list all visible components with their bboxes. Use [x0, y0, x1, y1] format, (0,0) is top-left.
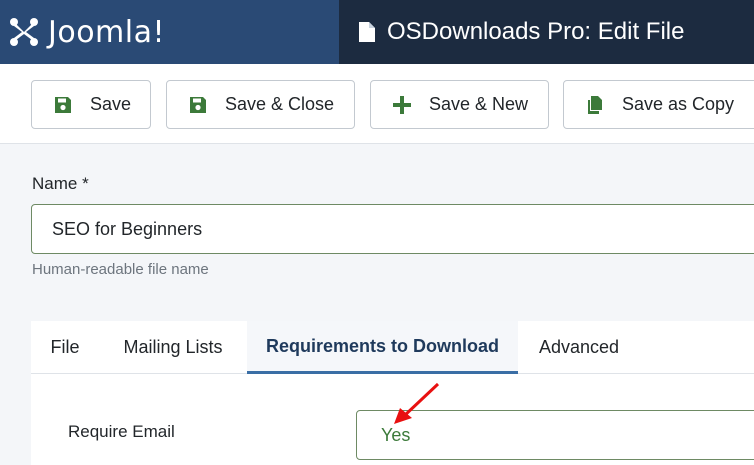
plus-icon: [393, 95, 411, 114]
require-email-label: Require Email: [68, 422, 175, 441]
save-new-button[interactable]: Save & New: [370, 80, 549, 129]
save-new-button-label: Save & New: [429, 94, 529, 114]
joomla-logo-icon: [10, 18, 38, 46]
header: Joomla! OSDownloads Pro: Edit File: [0, 0, 754, 64]
save-copy-button-label: Save as Copy: [622, 94, 735, 114]
title-bar: OSDownloads Pro: Edit File: [339, 0, 754, 64]
name-label: Name *: [32, 174, 89, 193]
tab-bar: File Mailing Lists Requirements to Downl…: [31, 321, 754, 374]
tab-advanced[interactable]: Advanced: [521, 321, 637, 374]
brand-name: Joomla!: [48, 14, 166, 50]
brand[interactable]: Joomla!: [0, 0, 339, 64]
save-close-button[interactable]: Save & Close: [166, 80, 355, 129]
file-icon: [359, 22, 375, 42]
save-close-button-label: Save & Close: [225, 94, 335, 114]
save-button-label: Save: [90, 94, 132, 114]
page-title: OSDownloads Pro: Edit File: [387, 18, 685, 45]
tab-file[interactable]: File: [31, 321, 99, 374]
tab-mailing-lists[interactable]: Mailing Lists: [103, 321, 243, 374]
name-field[interactable]: [31, 204, 754, 254]
save-button[interactable]: Save: [31, 80, 151, 129]
floppy-disk-icon: [55, 96, 71, 113]
red-arrow-annotation: [394, 382, 440, 424]
floppy-disk-icon: [190, 96, 206, 113]
save-copy-button[interactable]: Save as Copy: [563, 80, 754, 129]
tab-requirements-to-download[interactable]: Requirements to Download: [247, 321, 518, 374]
name-help-text: Human-readable file name: [32, 261, 209, 278]
copy-icon: [588, 95, 602, 114]
toolbar: Save Save & Close Save & New Save as Cop…: [0, 64, 754, 144]
